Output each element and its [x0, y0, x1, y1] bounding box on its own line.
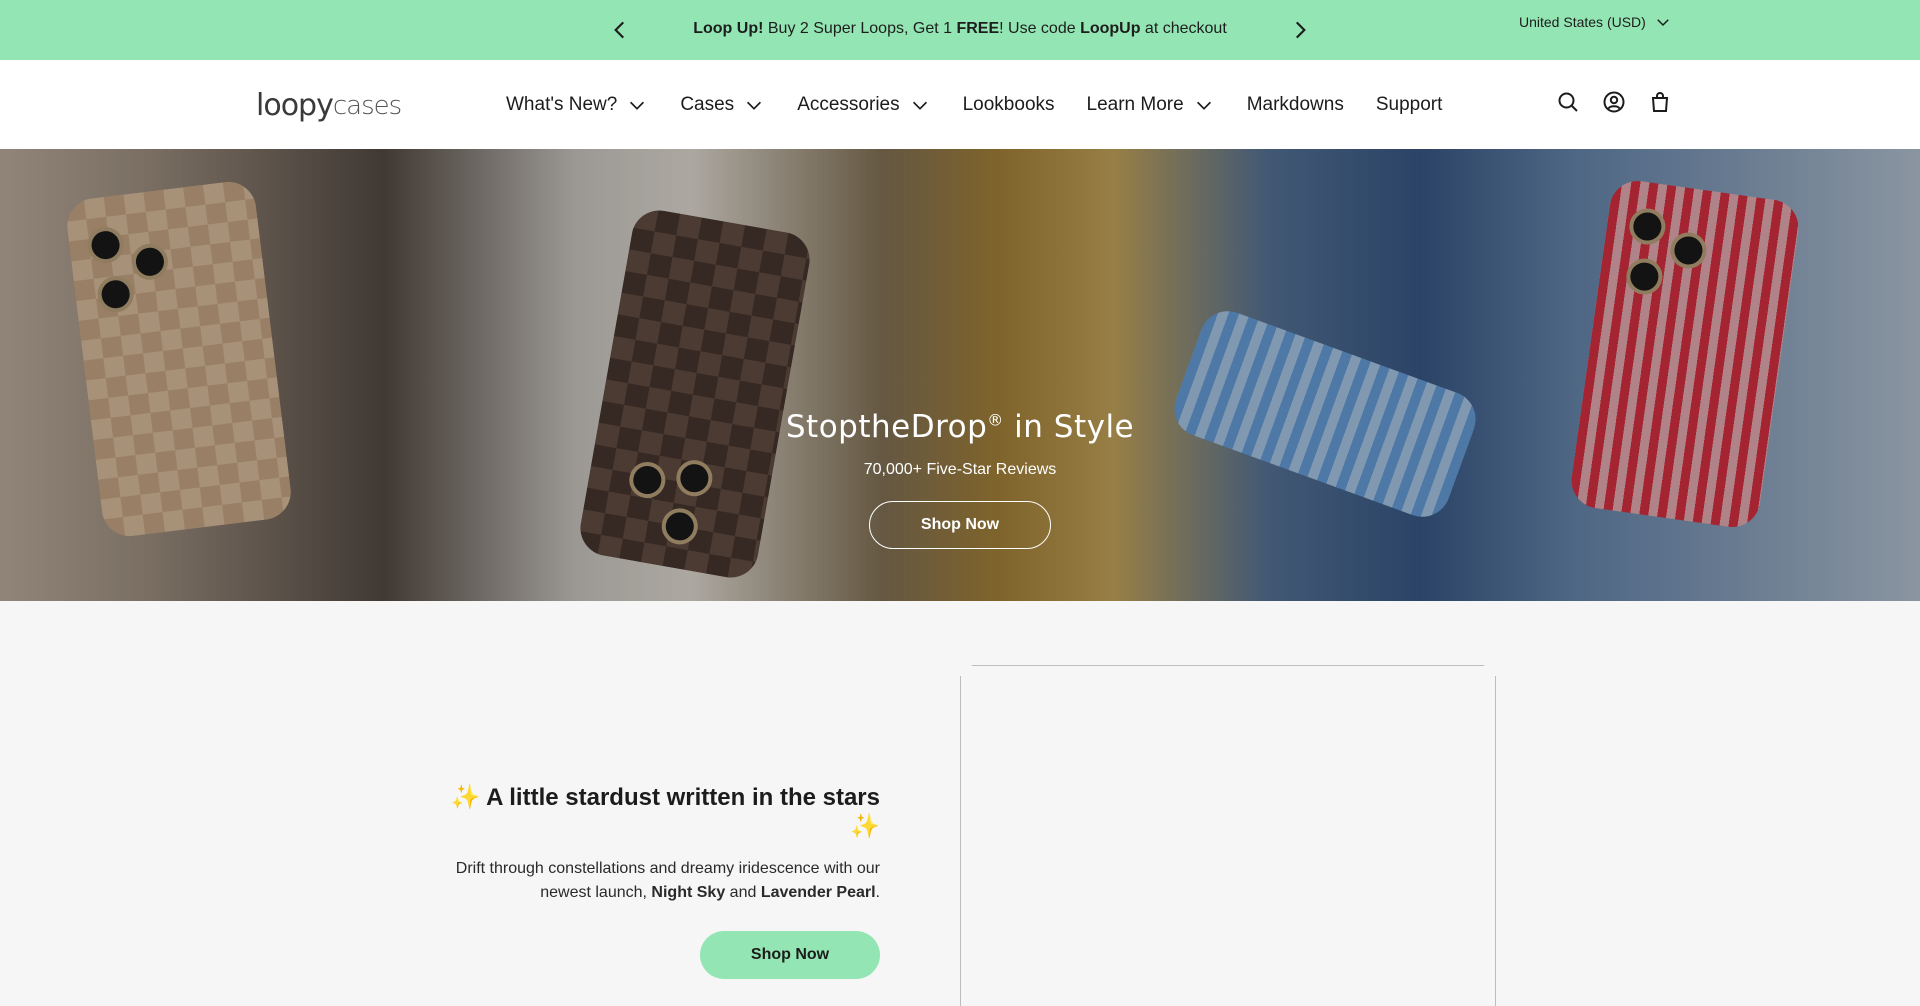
nav-label: Cases [680, 93, 735, 115]
feature-media-frame [960, 676, 1496, 1006]
promo-text-1: Buy 2 Super Loops, Get 1 [763, 20, 957, 37]
cart-icon[interactable] [1648, 90, 1672, 114]
header-actions [1556, 90, 1672, 114]
promo-message: Loop Up! Buy 2 Super Loops, Get 1 FREE! … [660, 20, 1260, 38]
hero-shop-now-button[interactable]: Shop Now [869, 501, 1051, 549]
promo-code: LoopUp [1080, 20, 1141, 37]
promo-text-3: at checkout [1140, 20, 1227, 37]
hero-subtitle: 70,000+ Five-Star Reviews [863, 461, 1057, 478]
promo-lead: Loop Up! [693, 20, 764, 37]
chevron-down-icon [1196, 101, 1211, 110]
promo-free: FREE [956, 20, 1000, 37]
chevron-down-icon [630, 101, 645, 110]
announcement-bar: Loop Up! Buy 2 Super Loops, Get 1 FREE! … [0, 0, 1920, 60]
nav-learn-more[interactable]: Learn More [1087, 94, 1215, 116]
nav-accessories[interactable]: Accessories [797, 94, 930, 116]
feature-highlight-lavender-pearl: Lavender Pearl [760, 884, 876, 901]
nav-support[interactable]: Support [1376, 94, 1443, 116]
feature-description: Drift through constellations and dreamy … [420, 857, 880, 905]
chevron-right-icon[interactable] [1287, 17, 1313, 43]
nav-cases[interactable]: Cases [680, 94, 765, 116]
nav-label: Markdowns [1246, 93, 1344, 115]
logo-text-loopy: loopy [256, 88, 334, 123]
nav-label: Learn More [1086, 93, 1184, 115]
hero-title: StoptheDrop® in Style [660, 409, 1260, 445]
chevron-down-icon [747, 101, 762, 110]
registered-mark: ® [987, 410, 1004, 430]
country-selector[interactable]: United States (USD) [1519, 13, 1672, 31]
search-icon[interactable] [1556, 90, 1580, 114]
chevron-down-icon [1657, 19, 1669, 27]
feature-text: ✨ A little stardust written in the stars… [420, 783, 880, 979]
feature-title: ✨ A little stardust written in the stars… [450, 784, 880, 840]
nav-lookbooks[interactable]: Lookbooks [963, 94, 1055, 116]
feature-highlight-night-sky: Night Sky [651, 884, 726, 901]
feature-section: ✨ A little stardust written in the stars… [0, 601, 1920, 1006]
nav-label: Lookbooks [962, 93, 1055, 115]
feature-desc-3: . [875, 884, 880, 901]
hero-title-text: StoptheDrop [785, 409, 988, 445]
feature-desc-2: and [725, 884, 761, 901]
promo-text-2: ! Use code [999, 20, 1081, 37]
nav-whats-new[interactable]: What's New? [506, 94, 648, 116]
nav-label: Support [1375, 93, 1443, 115]
site-header: loopy cases What's New? Cases Accessories… [0, 60, 1920, 149]
nav-label: What's New? [506, 93, 618, 115]
nav-label: Accessories [797, 93, 900, 115]
feature-shop-now-button[interactable]: Shop Now [700, 931, 880, 979]
hero-content: StoptheDrop® in Style 70,000+ Five-Star … [660, 409, 1260, 549]
hero-banner: StoptheDrop® in Style 70,000+ Five-Star … [0, 149, 1920, 601]
country-label: United States (USD) [1519, 14, 1646, 30]
logo[interactable]: loopy cases [256, 84, 402, 124]
main-nav: What's New? Cases Accessories Lookbooks … [506, 60, 1474, 149]
account-icon[interactable] [1602, 90, 1626, 114]
logo-text-cases: cases [332, 91, 402, 121]
media-divider [972, 665, 1484, 666]
chevron-down-icon [912, 101, 927, 110]
chevron-left-icon[interactable] [607, 17, 633, 43]
nav-markdowns[interactable]: Markdowns [1247, 94, 1344, 116]
hero-title-suffix: in Style [1003, 409, 1135, 445]
